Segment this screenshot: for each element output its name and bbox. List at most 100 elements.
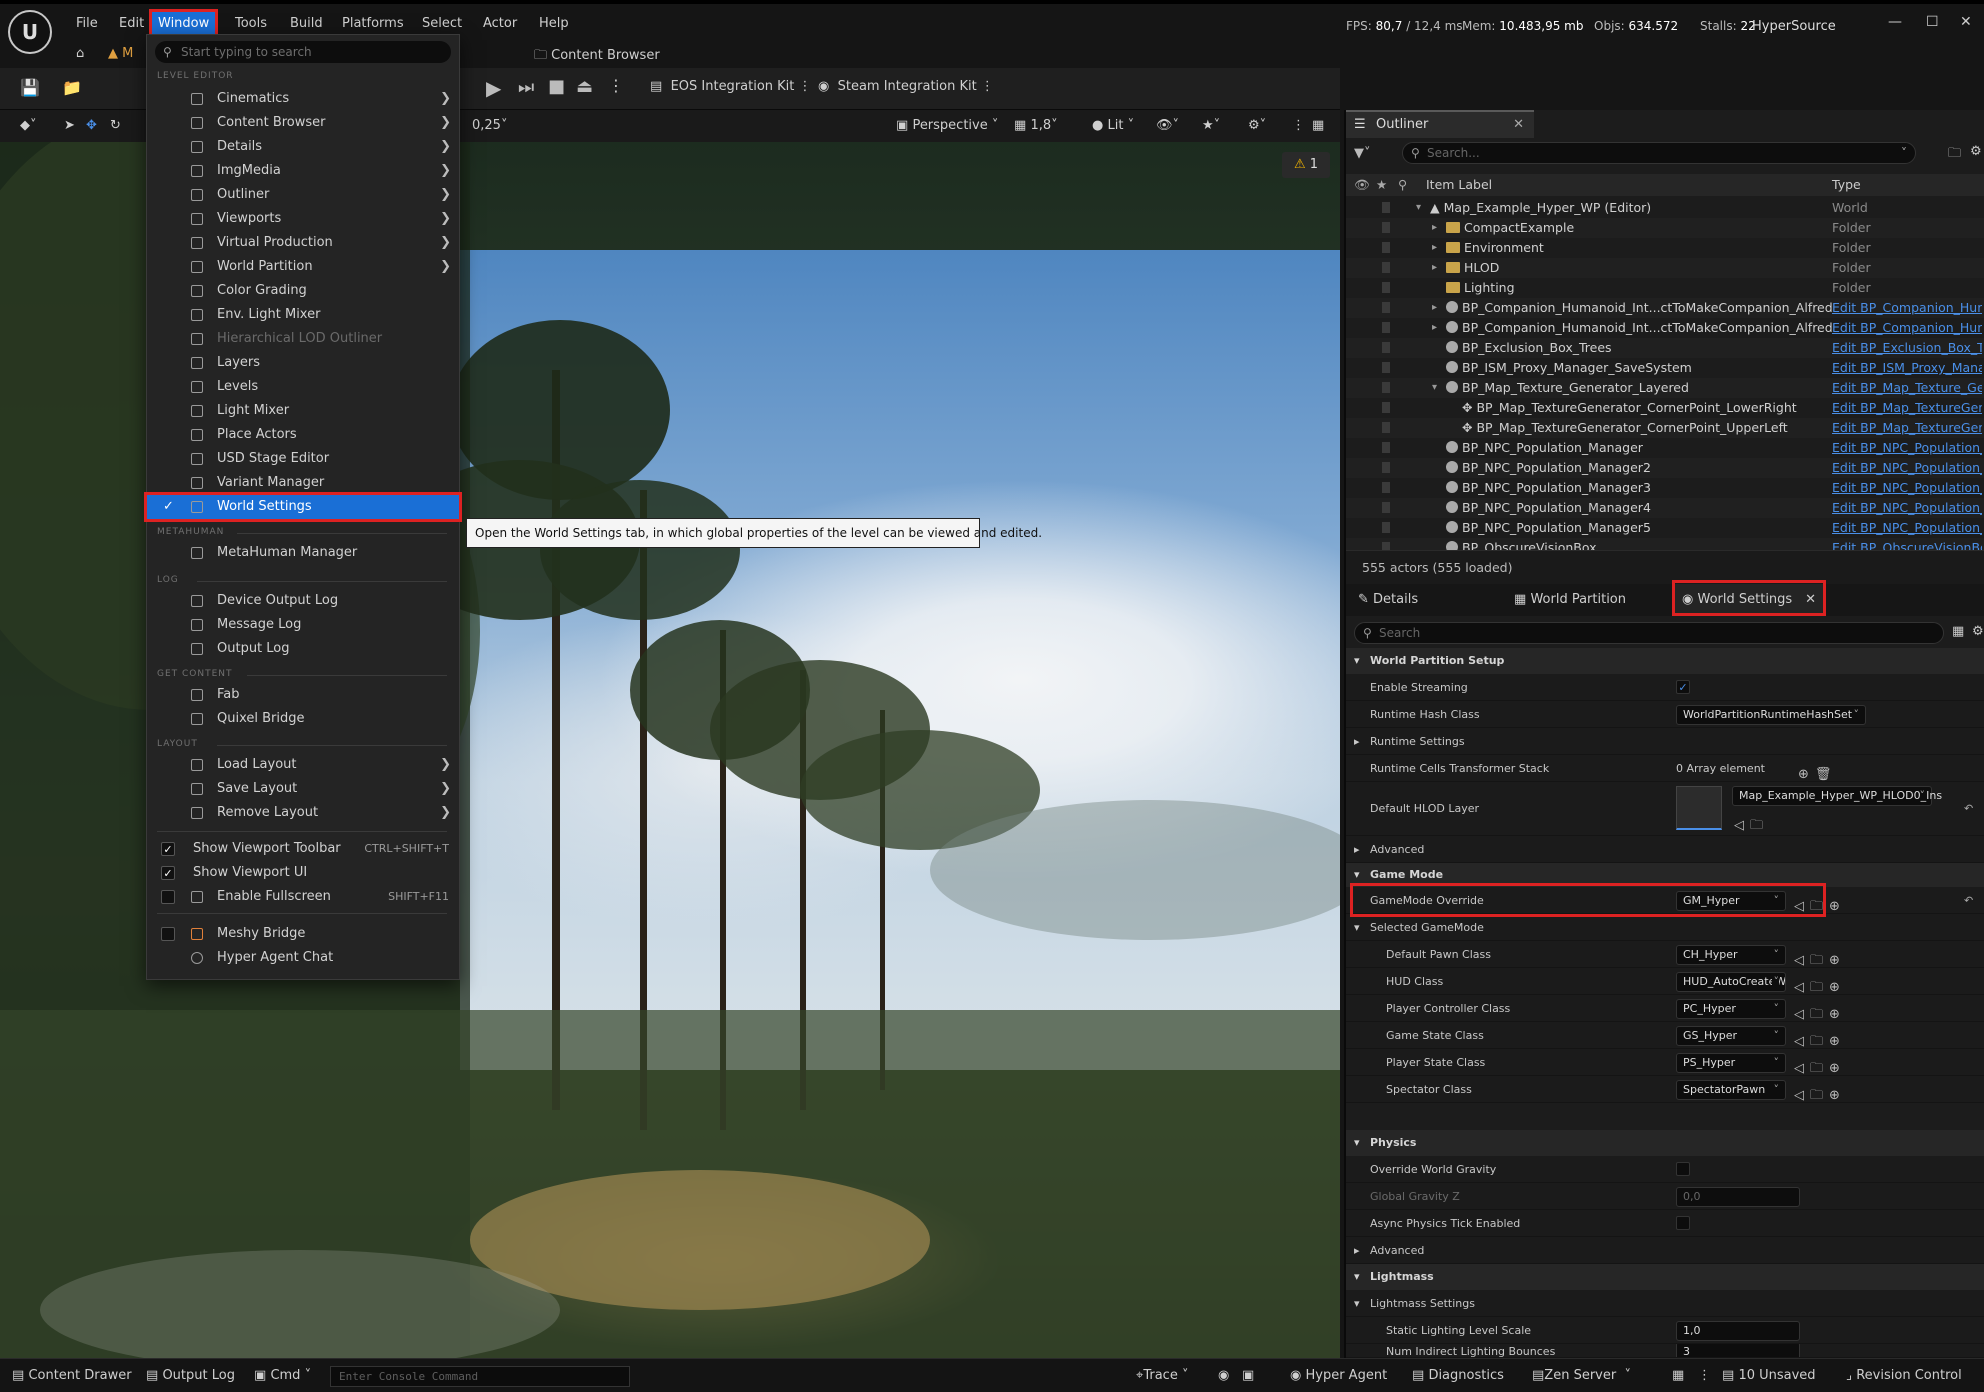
- outliner-search-input[interactable]: ⚲ Search... ˅: [1402, 142, 1916, 164]
- perspective-dropdown[interactable]: ▣ Perspective ˅: [896, 116, 998, 136]
- column-type[interactable]: Type: [1832, 174, 1861, 196]
- screenshot-icon[interactable]: ▣: [1242, 1368, 1254, 1383]
- menu-item-hyper-agent-chat[interactable]: Hyper Agent Chat: [147, 946, 459, 970]
- menu-window[interactable]: Window: [148, 9, 219, 39]
- static-lighting-input[interactable]: 1,0: [1676, 1321, 1800, 1341]
- menu-item-content-browser[interactable]: Content Browser ❯: [147, 111, 459, 135]
- visibility-icon[interactable]: [1382, 202, 1390, 213]
- eos-integration-button[interactable]: ▤ EOS Integration Kit ⋮: [650, 79, 812, 94]
- play-icon[interactable]: ▶: [486, 76, 501, 100]
- browse-asset-icons[interactable]: ◁🗀: [1734, 812, 1769, 839]
- prop-lightmass-settings[interactable]: ▾ Lightmass Settings: [1346, 1290, 1984, 1317]
- more-options-icon[interactable]: ⋮: [608, 76, 624, 95]
- diagnostics-button[interactable]: ▤ Diagnostics: [1412, 1368, 1504, 1383]
- filter-icon[interactable]: ▼˅: [1354, 146, 1371, 161]
- reset-icon[interactable]: ↶: [1964, 795, 1973, 822]
- outliner-row[interactable]: ✥ BP_Map_TextureGenerator_CornerPoint_Upp…: [1346, 418, 1984, 438]
- num-bounces-input[interactable]: 3: [1676, 1344, 1800, 1357]
- visibility-icon[interactable]: [1382, 502, 1390, 513]
- tab-world-partition[interactable]: ▦ World Partition: [1514, 584, 1626, 616]
- outliner-row[interactable]: ▸ BP_Companion_Humanoid_Int...ctToMakeCom…: [1346, 318, 1984, 338]
- add-folder-icon[interactable]: 🗀: [1948, 144, 1961, 166]
- translate-tool-icon[interactable]: ✥: [86, 116, 97, 136]
- game-state-dropdown[interactable]: GS_Hyper ˅: [1676, 1026, 1786, 1046]
- show-flags-icon[interactable]: 👁˅: [1156, 116, 1179, 136]
- viewport-warning-badge[interactable]: ⚠ 1: [1282, 152, 1330, 178]
- table-view-icon[interactable]: ▦: [1952, 624, 1964, 639]
- prop-selected-gamemode[interactable]: ▾ Selected GameMode: [1346, 914, 1984, 941]
- visibility-icon[interactable]: [1382, 462, 1390, 473]
- chevron-down-icon[interactable]: ▾: [1416, 198, 1421, 218]
- menu-item-levels[interactable]: Levels: [147, 375, 459, 399]
- menu-item-layers[interactable]: Layers: [147, 351, 459, 375]
- menu-item-world-partition[interactable]: World Partition ❯: [147, 255, 459, 279]
- menu-select[interactable]: Select: [416, 12, 468, 36]
- prop-advanced-physics[interactable]: ▸ Advanced: [1346, 1237, 1984, 1264]
- menu-item-remove-layout[interactable]: Remove Layout ❯: [147, 801, 459, 825]
- derived-data-icon[interactable]: ▦: [1672, 1368, 1684, 1383]
- visibility-icon[interactable]: [1382, 342, 1390, 353]
- outliner-row[interactable]: BP_NPC_Population_Manager3 Edit BP_NPC_Po…: [1346, 478, 1984, 498]
- visibility-icon[interactable]: [1382, 242, 1390, 253]
- record-icon[interactable]: ◉: [1218, 1368, 1229, 1383]
- outliner-row[interactable]: ▾ ▲ Map_Example_Hyper_WP (Editor) World: [1346, 198, 1984, 218]
- console-command-input[interactable]: Enter Console Command: [330, 1366, 630, 1387]
- trace-dropdown[interactable]: ⌖Trace ˅: [1136, 1368, 1188, 1383]
- close-window-icon[interactable]: ✕: [1960, 14, 1972, 30]
- checkbox-unchecked[interactable]: [161, 927, 175, 941]
- content-drawer-button[interactable]: ▤ Content Drawer: [12, 1368, 132, 1383]
- steam-integration-button[interactable]: ◉ Steam Integration Kit ⋮: [818, 79, 994, 94]
- lit-mode-dropdown[interactable]: ● Lit ˅: [1092, 116, 1134, 136]
- menu-item-hierarchical-lod-outliner[interactable]: Hierarchical LOD Outliner: [147, 327, 459, 351]
- outliner-row[interactable]: BP_NPC_Population_Manager5 Edit BP_NPC_Po…: [1346, 518, 1984, 538]
- menu-item-output-log[interactable]: Output Log: [147, 637, 459, 661]
- rotate-tool-icon[interactable]: ↻: [110, 116, 121, 136]
- step-icon[interactable]: ⏭: [518, 77, 534, 98]
- chevron-right-icon[interactable]: ▸: [1432, 298, 1437, 318]
- menu-item-fab[interactable]: Fab: [147, 683, 459, 707]
- menu-item-metahuman-manager[interactable]: MetaHuman Manager: [147, 541, 459, 565]
- menu-item-viewports[interactable]: Viewports ❯: [147, 207, 459, 231]
- outliner-row[interactable]: BP_ISM_Proxy_Manager_SaveSystem Edit BP_I…: [1346, 358, 1984, 378]
- checkbox-checked[interactable]: ✓: [161, 842, 175, 856]
- unsaved-button[interactable]: ▤ 10 Unsaved: [1722, 1368, 1816, 1383]
- chevron-down-icon[interactable]: ▾: [1432, 378, 1437, 398]
- settings-icon[interactable]: ⚙˅: [1248, 116, 1266, 136]
- category-physics[interactable]: ▾ Physics: [1346, 1130, 1984, 1156]
- menu-edit[interactable]: Edit: [113, 12, 150, 36]
- player-controller-dropdown[interactable]: PC_Hyper ˅: [1676, 999, 1786, 1019]
- category-world-partition-setup[interactable]: ▾ World Partition Setup: [1346, 648, 1984, 674]
- outliner-row[interactable]: BP_NPC_Population_Manager2 Edit BP_NPC_Po…: [1346, 458, 1984, 478]
- close-tab-icon[interactable]: ✕: [1513, 112, 1524, 138]
- menu-tools[interactable]: Tools: [229, 12, 273, 36]
- visibility-icon[interactable]: [1382, 302, 1390, 313]
- outliner-row[interactable]: ▸ HLOD Folder: [1346, 258, 1984, 278]
- outliner-row[interactable]: ✥ BP_Map_TextureGenerator_CornerPoint_Low…: [1346, 398, 1984, 418]
- chevron-right-icon[interactable]: ▸: [1432, 318, 1437, 338]
- outliner-row[interactable]: ▸ CompactExample Folder: [1346, 218, 1984, 238]
- menu-help[interactable]: Help: [533, 12, 575, 36]
- visibility-icon[interactable]: [1382, 282, 1390, 293]
- menu-build[interactable]: Build: [284, 12, 329, 36]
- checkbox-unchecked[interactable]: [161, 890, 175, 904]
- outliner-row[interactable]: Lighting Folder: [1346, 278, 1984, 298]
- camera-speed-dropdown[interactable]: ▦ 1,8˅: [1014, 116, 1058, 136]
- menu-item-load-layout[interactable]: Load Layout ❯: [147, 753, 459, 777]
- menu-item-world-settings[interactable]: ✓ World Settings: [144, 492, 462, 522]
- menu-item-meshy-bridge[interactable]: Meshy Bridge: [147, 922, 459, 946]
- browse-icon[interactable]: 📁: [62, 78, 82, 97]
- menu-search-input[interactable]: ⚲ Start typing to search: [155, 41, 451, 63]
- menu-item-place-actors[interactable]: Place Actors: [147, 423, 459, 447]
- hyper-agent-button[interactable]: ◉ Hyper Agent: [1290, 1368, 1387, 1383]
- outliner-row[interactable]: BP_NPC_Population_Manager4 Edit BP_NPC_Po…: [1346, 498, 1984, 518]
- outliner-row[interactable]: ▾ BP_Map_Texture_Generator_Layered Edit BP…: [1346, 378, 1984, 398]
- visibility-icon[interactable]: [1382, 322, 1390, 333]
- column-item-label[interactable]: Item Label: [1426, 174, 1492, 196]
- menu-item-color-grading[interactable]: Color Grading: [147, 279, 459, 303]
- visibility-icon[interactable]: [1382, 442, 1390, 453]
- menu-platforms[interactable]: Platforms: [336, 12, 410, 36]
- outliner-row[interactable]: ▸ Environment Folder: [1346, 238, 1984, 258]
- select-tool-icon[interactable]: ➤: [64, 116, 75, 136]
- save-icon[interactable]: 💾: [20, 78, 40, 97]
- menu-item-outliner[interactable]: Outliner ❯: [147, 183, 459, 207]
